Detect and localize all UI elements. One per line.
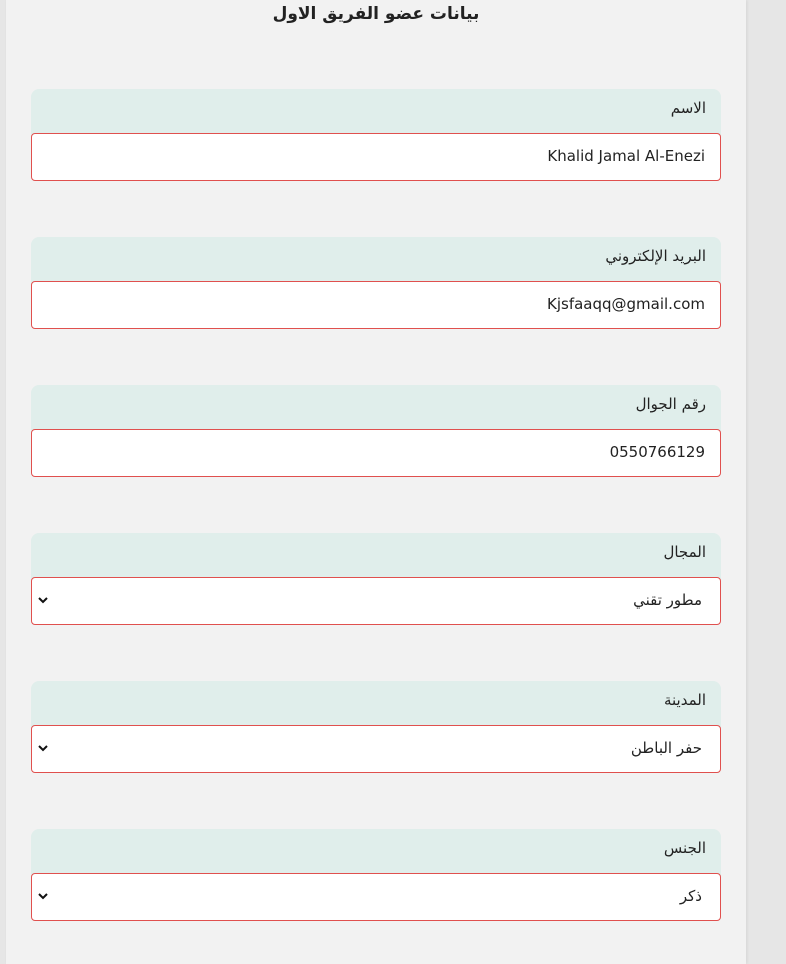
mobile-input-value: 0550766129: [609, 443, 705, 461]
gender-select-value: ذكر: [679, 887, 702, 905]
form-title: بيانات عضو الفريق الاول: [272, 4, 480, 24]
mobile-field-group: رقم الجوال 0550766129: [31, 385, 721, 477]
domain-label: المجال: [663, 543, 706, 561]
city-label: المدينة: [663, 691, 706, 709]
email-label-bar: البريد الإلكتروني: [31, 237, 721, 285]
city-label-bar: المدينة: [31, 681, 721, 729]
email-input[interactable]: Kjsfaaqq@gmail.com: [31, 281, 721, 329]
name-label: الاسم: [670, 99, 706, 117]
form-page: بيانات عضو الفريق الاول الاسم Khalid Jam…: [6, 0, 746, 964]
chevron-down-icon: [38, 597, 48, 604]
email-field-group: البريد الإلكتروني Kjsfaaqq@gmail.com: [31, 237, 721, 329]
gender-label: الجنس: [663, 839, 706, 857]
city-select[interactable]: حفر الباطن: [31, 725, 721, 773]
mobile-label: رقم الجوال: [635, 395, 706, 413]
mobile-label-bar: رقم الجوال: [31, 385, 721, 433]
name-label-bar: الاسم: [31, 89, 721, 137]
domain-select-value: مطور تقني: [633, 591, 702, 609]
gender-field-group: الجنس ذكر: [31, 829, 721, 921]
domain-field-group: المجال مطور تقني: [31, 533, 721, 625]
gender-select[interactable]: ذكر: [31, 873, 721, 921]
name-input-value: Khalid Jamal Al-Enezi: [547, 147, 705, 165]
name-field-group: الاسم Khalid Jamal Al-Enezi: [31, 89, 721, 181]
gender-label-bar: الجنس: [31, 829, 721, 877]
city-field-group: المدينة حفر الباطن: [31, 681, 721, 773]
chevron-down-icon: [38, 745, 48, 752]
domain-label-bar: المجال: [31, 533, 721, 581]
email-input-value: Kjsfaaqq@gmail.com: [547, 295, 705, 313]
email-label: البريد الإلكتروني: [605, 247, 706, 265]
chevron-down-icon: [38, 893, 48, 900]
domain-select[interactable]: مطور تقني: [31, 577, 721, 625]
mobile-input[interactable]: 0550766129: [31, 429, 721, 477]
name-input[interactable]: Khalid Jamal Al-Enezi: [31, 133, 721, 181]
city-select-value: حفر الباطن: [630, 739, 702, 757]
